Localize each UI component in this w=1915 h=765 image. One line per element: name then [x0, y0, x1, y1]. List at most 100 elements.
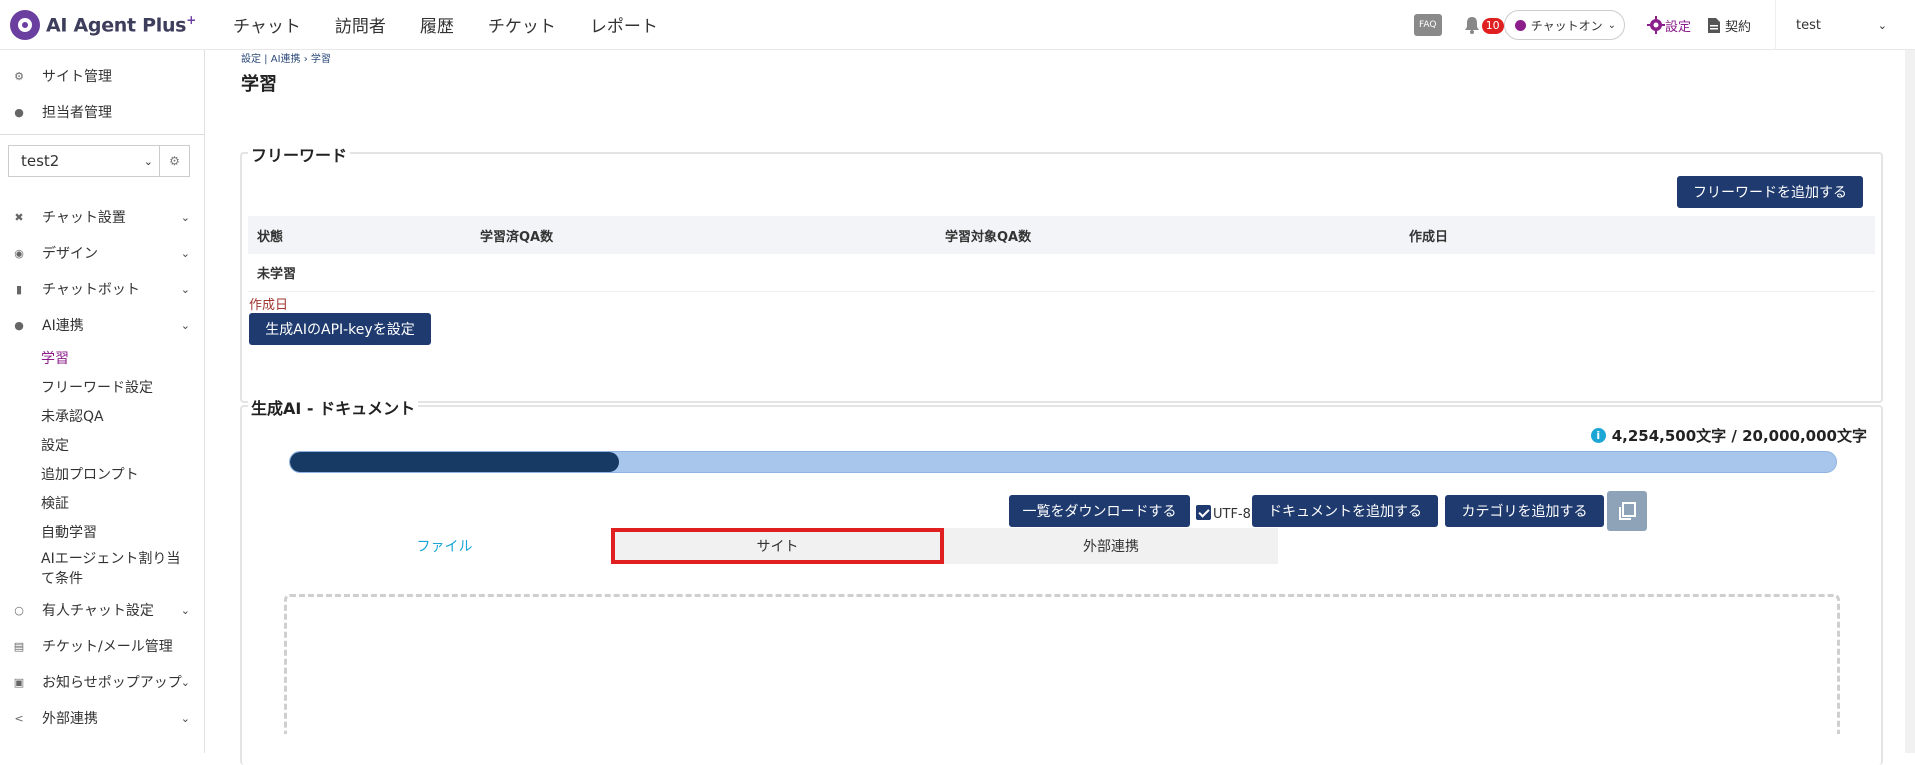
- tools-icon: ✖: [14, 210, 24, 224]
- user-menu[interactable]: test ⌄: [1775, 0, 1915, 50]
- sidebar-item-design[interactable]: ◉ デザイン ⌄: [0, 235, 204, 271]
- sidebar-item-label: お知らせポップアップ: [42, 675, 182, 691]
- site-select-value: test2: [21, 152, 60, 170]
- sidebar: ⚙ サイト管理 ● 担当者管理 test2 ⌄ ⚙ ✖ チャット設置 ⌄ ◉ デ…: [0, 50, 205, 753]
- sidebar-item-label: チケット/メール管理: [42, 639, 173, 655]
- add-document-button[interactable]: ドキュメントを追加する: [1252, 495, 1438, 527]
- popup-icon: ▣: [13, 675, 25, 689]
- table-row: 未学習: [248, 254, 1875, 292]
- set-api-key-button[interactable]: 生成AIのAPI-keyを設定: [249, 313, 431, 345]
- logo[interactable]: AI Agent Plus+: [10, 9, 215, 40]
- top-nav: チャット 訪問者 履歴 チケット レポート: [233, 12, 692, 37]
- settings-link[interactable]: 設定: [1646, 16, 1691, 35]
- sidebar-item-label: チャットボット: [42, 282, 140, 298]
- contract-label: 契約: [1724, 19, 1751, 35]
- users-icon: ●: [14, 105, 24, 119]
- site-dropdown[interactable]: test2 ⌄: [8, 145, 160, 177]
- sidebar-subitem-unapproved-qa[interactable]: 未承認QA: [0, 401, 204, 430]
- column-header-target-qa: 学習対象QA数: [945, 229, 1032, 245]
- sidebar-subitem-settings[interactable]: 設定: [0, 430, 204, 459]
- sidebar-item-staff-management[interactable]: ● 担当者管理: [0, 94, 204, 130]
- freeword-legend: フリーワード: [248, 142, 351, 166]
- tab-external[interactable]: 外部連携: [944, 528, 1278, 564]
- sidebar-item-external-integration[interactable]: < 外部連携 ⌄: [0, 700, 204, 736]
- add-freeword-button[interactable]: フリーワードを追加する: [1677, 176, 1863, 208]
- copy-button[interactable]: [1607, 491, 1647, 531]
- sidebar-subitem-verification[interactable]: 検証: [0, 488, 204, 517]
- sidebar-item-ticket-mail[interactable]: ▤ チケット/メール管理: [0, 628, 204, 664]
- chevron-down-icon: ⌄: [180, 675, 190, 689]
- site-select: test2 ⌄ ⚙: [8, 145, 204, 177]
- usage-progress-fill: [290, 452, 619, 472]
- freeword-table: 状態 学習済QA数 学習対象QA数 作成日 未学習: [248, 216, 1875, 292]
- sidebar-item-chat-install[interactable]: ✖ チャット設置 ⌄: [0, 199, 204, 235]
- usage-text: 4,254,500文字 / 20,000,000文字: [1611, 427, 1867, 445]
- sidebar-subitem-freeword-settings[interactable]: フリーワード設定: [0, 372, 204, 401]
- breadcrumb[interactable]: 設定 | AI連携 › 学習: [241, 50, 331, 65]
- sidebar-item-label: チャット設置: [42, 210, 126, 226]
- column-header-status: 状態: [257, 229, 284, 245]
- sidebar-item-notice-popup[interactable]: ▣ お知らせポップアップ ⌄: [0, 664, 204, 700]
- nav-history[interactable]: 履歴: [420, 12, 454, 37]
- add-category-button[interactable]: カテゴリを追加する: [1445, 495, 1604, 527]
- sidebar-item-label: サイト管理: [42, 69, 112, 85]
- chevron-down-icon: ⌄: [180, 603, 190, 617]
- headset-icon: ○: [14, 603, 24, 617]
- nav-tickets[interactable]: チケット: [488, 12, 556, 37]
- chevron-down-icon: ⌄: [1607, 19, 1616, 31]
- gear-icon: ⚙: [169, 154, 180, 168]
- document-icon: [1707, 17, 1720, 33]
- main-content: 設定 | AI連携 › 学習 学習 フリーワード フリーワードを追加する 状態 …: [205, 50, 1905, 765]
- document-legend: 生成AI - ドキュメント: [248, 395, 419, 419]
- site-settings-button[interactable]: ⚙: [160, 145, 190, 177]
- nav-visitors[interactable]: 訪問者: [335, 12, 386, 37]
- ticket-icon: ▤: [13, 639, 25, 653]
- sidebar-item-label: デザイン: [42, 246, 98, 262]
- contract-link[interactable]: 契約: [1707, 16, 1751, 35]
- chevron-down-icon: ⌄: [180, 711, 190, 725]
- utf8-checkbox[interactable]: [1196, 505, 1211, 520]
- bell-icon[interactable]: [1464, 16, 1480, 34]
- usage-info: i 4,254,500文字 / 20,000,000文字: [1590, 425, 1867, 446]
- sidebar-subitem-learning[interactable]: 学習: [0, 343, 204, 372]
- sidebar-item-label: 担当者管理: [42, 105, 112, 121]
- column-header-learned-qa: 学習済QA数: [480, 229, 554, 245]
- chevron-down-icon: ⌄: [180, 318, 190, 332]
- sidebar-item-chatbot[interactable]: ▮ チャットボット ⌄: [0, 271, 204, 307]
- sidebar-item-site-management[interactable]: ⚙ サイト管理: [0, 58, 204, 94]
- nav-reports[interactable]: レポート: [590, 12, 658, 37]
- divider: [0, 134, 205, 135]
- info-icon: i: [1590, 428, 1606, 443]
- sidebar-subitem-auto-learning[interactable]: 自動学習: [0, 517, 204, 546]
- palette-icon: ◉: [14, 246, 24, 260]
- page-title: 学習: [241, 74, 277, 95]
- sidebar-subitem-additional-prompt[interactable]: 追加プロンプト: [0, 459, 204, 488]
- table-header: 状態 学習済QA数 学習対象QA数 作成日: [248, 216, 1875, 254]
- table-cell-status: 未学習: [257, 267, 297, 282]
- file-drop-zone[interactable]: [284, 594, 1840, 734]
- document-section: 生成AI - ドキュメント i 4,254,500文字 / 20,000,000…: [240, 395, 1883, 765]
- sidebar-item-label: 有人チャット設定: [42, 603, 154, 619]
- scrollbar[interactable]: [1905, 50, 1915, 753]
- top-right-actions: FAQ 10 チャットオン ⌄ 設定 契約 test ⌄: [1413, 0, 1915, 50]
- logo-text: AI Agent Plus+: [46, 12, 196, 37]
- sidebar-subitem-ai-agent-assignment[interactable]: AIエージェント割り当て条件: [0, 546, 204, 592]
- download-list-button[interactable]: 一覧をダウンロードする: [1009, 495, 1190, 527]
- top-bar: AI Agent Plus+ チャット 訪問者 履歴 チケット レポート FAQ…: [0, 0, 1915, 50]
- sidebar-item-label: 外部連携: [42, 711, 98, 727]
- nav-chat[interactable]: チャット: [233, 12, 301, 37]
- sidebar-item-ai[interactable]: ● AI連携 ⌄: [0, 307, 204, 343]
- chat-status-label: チャットオン: [1530, 18, 1603, 33]
- chat-icon: ▮: [15, 282, 23, 296]
- settings-label: 設定: [1664, 19, 1691, 35]
- sidebar-item-live-chat-settings[interactable]: ○ 有人チャット設定 ⌄: [0, 592, 204, 628]
- chevron-down-icon: ⌄: [143, 154, 153, 168]
- tab-site[interactable]: サイト: [611, 528, 944, 564]
- tab-file[interactable]: ファイル: [278, 528, 611, 564]
- column-header-created: 作成日: [1409, 229, 1449, 245]
- copy-icon: [1619, 502, 1636, 520]
- sidebar-item-label: AI連携: [42, 318, 84, 334]
- status-dot-icon: [1514, 19, 1526, 31]
- chat-status-dropdown[interactable]: チャットオン ⌄: [1503, 10, 1625, 40]
- faq-icon[interactable]: FAQ: [1413, 14, 1442, 36]
